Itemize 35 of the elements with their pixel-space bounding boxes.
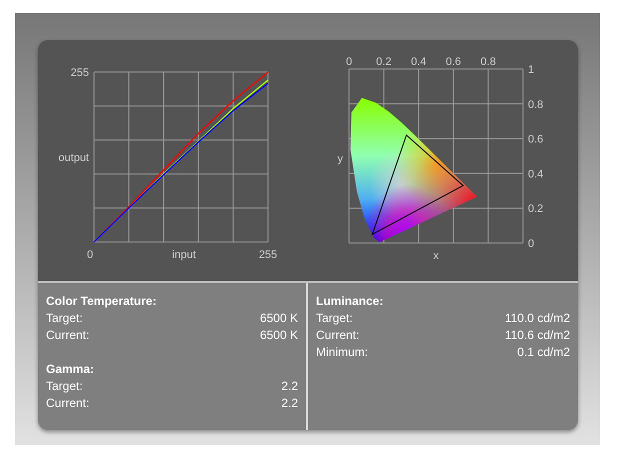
section-heading: Gamma: <box>46 361 96 378</box>
tick-label: 0 <box>86 249 94 261</box>
tick-label: 0.2 <box>528 203 544 216</box>
tick-label: 0.8 <box>528 98 544 111</box>
tick-label: 0.6 <box>446 56 462 68</box>
axis-label: x <box>433 250 439 262</box>
tick-label: 0.8 <box>480 56 496 68</box>
field-label: Minimum: <box>316 344 368 361</box>
tick-label: 0.2 <box>376 56 392 68</box>
axis-label: output <box>58 152 89 164</box>
tick-label: 0 <box>528 238 534 250</box>
field-value: 0.1 cd/m2 <box>517 344 570 361</box>
tick-label: 255 <box>258 249 278 261</box>
field-value: 6500 K <box>260 327 298 344</box>
field-value: 110.6 cd/m2 <box>504 327 570 344</box>
axis-label: input <box>172 249 196 261</box>
field-label: Current: <box>46 327 90 344</box>
tick-label: 0.4 <box>528 168 544 180</box>
tick-label: 1 <box>528 64 534 76</box>
field-value: 2.2 <box>281 378 298 395</box>
field-value: 6500 K <box>260 310 298 327</box>
field-label: Current: <box>46 395 90 412</box>
field-label: Target: <box>46 378 83 395</box>
field-label: Target: <box>46 310 83 327</box>
axis-label: y <box>338 153 343 165</box>
section-heading: Color Temperature: <box>46 293 158 310</box>
field-label: Target: <box>316 310 353 327</box>
section-heading: Luminance: <box>316 293 384 310</box>
tick-label: 0.4 <box>410 56 426 68</box>
tick-label: 0 <box>346 56 352 68</box>
field-value: 110.0 cd/m2 <box>504 310 570 327</box>
tick-label: 0.6 <box>528 134 544 146</box>
field-value: 2.2 <box>281 395 298 412</box>
tick-label: 255 <box>70 67 89 79</box>
field-label: Current: <box>316 327 360 344</box>
